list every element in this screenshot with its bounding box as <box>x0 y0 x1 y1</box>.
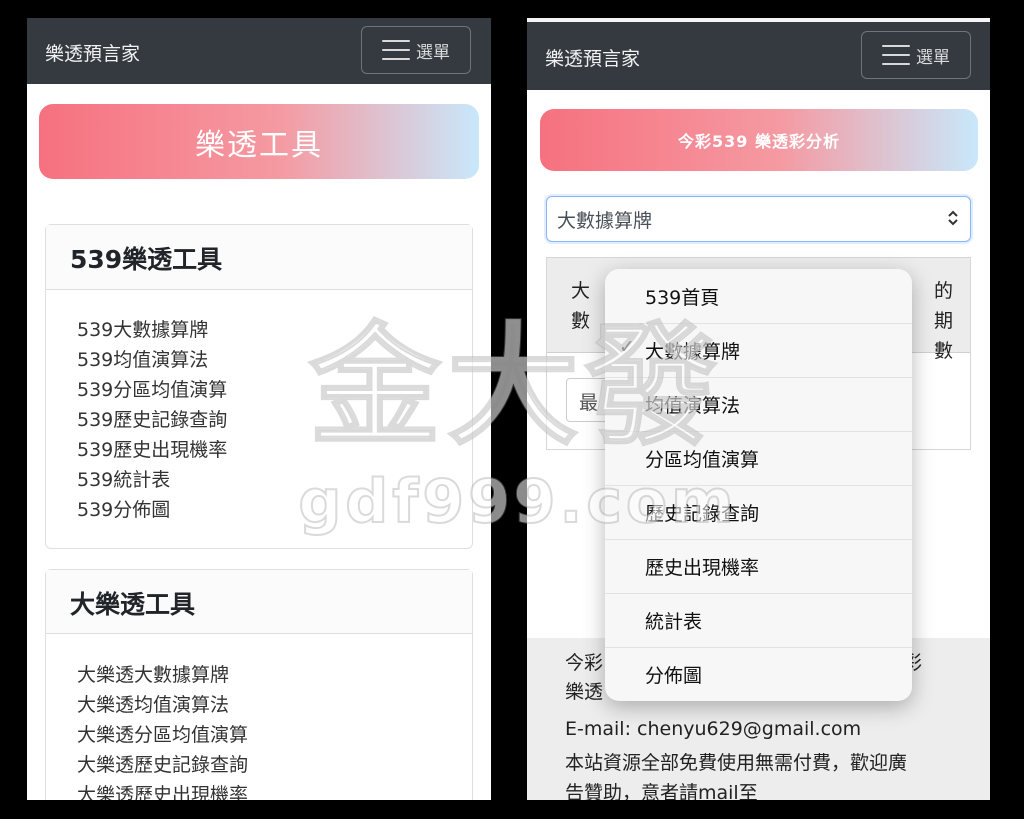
hamburger-icon <box>882 45 910 65</box>
right-phone-screen: 樂透預言家 選單 今彩539 樂透彩分析 大數據算牌 大數 的期數 最 今彩 彩… <box>527 18 990 800</box>
brand-title[interactable]: 樂透預言家 <box>45 39 140 66</box>
select-dropdown-menu: 539首頁 ✓ 大數據算牌均值演算法分區均值演算 歷史記錄查詢 歷史出現機率 統計表分佈圖 <box>605 269 912 701</box>
tool-select[interactable]: 大數據算牌 <box>546 196 971 242</box>
footer-text: 告贊助，意者請mail至 <box>565 782 758 800</box>
tool-link[interactable]: 539大數據算牌 <box>77 315 227 345</box>
tool-link[interactable]: 539歷史出現機率 <box>77 435 227 465</box>
dropdown-option-label: 歷史記錄查詢 <box>645 503 760 525</box>
banner-title: 樂透工具 <box>195 127 323 163</box>
menu-button-label: 選單 <box>916 47 950 68</box>
checkmark-icon: ✓ <box>619 336 635 358</box>
page-banner: 樂透工具 <box>39 104 479 179</box>
dropdown-option-label: 分區均值演算 <box>645 449 760 471</box>
card-title: 539樂透工具 <box>70 245 223 274</box>
banner-title: 今彩539 樂透彩分析 <box>678 132 840 151</box>
select-chevron-icon <box>948 210 958 226</box>
dropdown-option[interactable]: 分佈圖 <box>605 647 912 701</box>
footer-text: 今彩 <box>565 652 604 674</box>
tool-link[interactable]: 大樂透歷史出現機率 <box>77 780 248 800</box>
dropdown-option[interactable]: 均值演算法 <box>605 377 912 432</box>
footer-email[interactable]: E-mail: chenyu629@gmail.com <box>565 718 861 740</box>
period-input-text: 最 <box>579 392 599 414</box>
table-header-right: 的期數 <box>934 280 954 362</box>
card-header: 539樂透工具 <box>46 225 472 290</box>
footer-text: 本站資源全部免費使用無需付費，歡迎廣 <box>565 752 908 774</box>
tool-link[interactable]: 539均值演算法 <box>77 345 227 375</box>
menu-button[interactable]: 選單 <box>861 31 971 79</box>
tool-link[interactable]: 539分佈圖 <box>77 495 227 525</box>
menu-button-label: 選單 <box>416 42 450 63</box>
tool-link[interactable]: 539統計表 <box>77 465 227 495</box>
card-lotto-tools: 大樂透工具 大樂透大數據算牌 大樂透均值演算法 大樂透分區均值演算 大樂透歷史記錄查詢… <box>45 569 473 800</box>
navbar: 樂透預言家 選單 <box>527 22 990 90</box>
navbar: 樂透預言家 選單 <box>27 18 491 84</box>
tool-link[interactable]: 539分區均值演算 <box>77 375 227 405</box>
dropdown-option[interactable]: 539首頁 <box>605 269 912 324</box>
dropdown-option-label: 分佈圖 <box>645 665 703 687</box>
tool-select-value: 大數據算牌 <box>557 210 653 232</box>
footer-text: 樂透 <box>565 681 604 703</box>
page-banner: 今彩539 樂透彩分析 <box>540 109 978 171</box>
tool-link-list: 大樂透大數據算牌 大樂透均值演算法 大樂透分區均值演算 大樂透歷史記錄查詢 大樂透歷史出… <box>77 660 248 800</box>
tool-link[interactable]: 大樂透大數據算牌 <box>77 660 248 690</box>
card-539-tools: 539樂透工具 539大數據算牌 539均值演算法 539分區均值演算 539歷史記錄… <box>45 224 473 549</box>
dropdown-option[interactable]: 分區均值演算 <box>605 431 912 486</box>
tool-link[interactable]: 539歷史記錄查詢 <box>77 405 227 435</box>
card-title: 大樂透工具 <box>70 590 196 619</box>
tool-link[interactable]: 大樂透分區均值演算 <box>77 720 248 750</box>
menu-button[interactable]: 選單 <box>361 26 471 74</box>
brand-title[interactable]: 樂透預言家 <box>545 44 640 71</box>
tool-link-list: 539大數據算牌 539均值演算法 539分區均值演算 539歷史記錄查詢 539歷史出… <box>77 315 227 525</box>
table-header-left: 大數 <box>571 280 591 332</box>
dropdown-option-label: 均值演算法 <box>645 395 741 417</box>
left-phone-screen: 樂透預言家 選單 樂透工具 539樂透工具 539大數據算牌 539均值演算法 53… <box>27 18 491 800</box>
dropdown-option-label: 539首頁 <box>645 287 720 309</box>
dropdown-option[interactable]: 歷史出現機率 <box>605 539 912 594</box>
tool-link[interactable]: 大樂透均值演算法 <box>77 690 248 720</box>
dropdown-option-label: 歷史出現機率 <box>645 557 760 579</box>
dropdown-option[interactable]: 統計表 <box>605 593 912 648</box>
dropdown-option[interactable]: 歷史記錄查詢 <box>605 485 912 540</box>
dropdown-option-label: 大數據算牌 <box>645 341 741 363</box>
hamburger-icon <box>382 40 410 60</box>
dropdown-option-label: 統計表 <box>645 611 703 633</box>
dropdown-option[interactable]: ✓ 大數據算牌 <box>605 323 912 378</box>
card-header: 大樂透工具 <box>46 570 472 634</box>
tool-link[interactable]: 大樂透歷史記錄查詢 <box>77 750 248 780</box>
